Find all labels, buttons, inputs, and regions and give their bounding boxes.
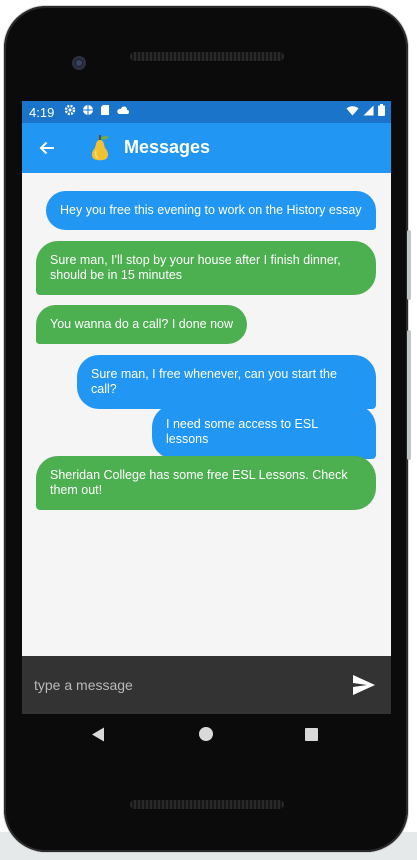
- nav-recents-icon[interactable]: [305, 728, 318, 741]
- app-screen: 4:19 Messages Hey you free this evening …: [22, 101, 391, 714]
- message-received: Sure man, I'll stop by your house after …: [36, 241, 376, 295]
- message-sent: Hey you free this evening to work on the…: [46, 191, 376, 230]
- status-system-icons: [346, 104, 385, 116]
- front-camera: [72, 56, 86, 70]
- status-time: 4:19: [29, 105, 55, 120]
- wifi-icon: [346, 105, 359, 115]
- nav-back-icon[interactable]: [91, 727, 105, 742]
- message-sent: I need some access to ESL lessons: [152, 405, 376, 459]
- message-received: Sheridan College has some free ESL Lesso…: [36, 456, 376, 510]
- signal-icon: [363, 105, 374, 115]
- message-sent: Sure man, I free whenever, can you start…: [77, 355, 376, 409]
- gear-icon: [64, 104, 76, 116]
- nav-home-icon[interactable]: [199, 727, 213, 741]
- cloud-icon: [117, 106, 129, 114]
- back-button[interactable]: [34, 135, 60, 161]
- status-notification-icons: [64, 104, 129, 116]
- top-speaker: [130, 52, 284, 61]
- send-icon[interactable]: [352, 674, 376, 696]
- globe-icon: [83, 105, 93, 115]
- arrow-left-icon: [39, 141, 54, 155]
- message-received: You wanna do a call? I done now: [36, 305, 247, 344]
- app-bar: Messages: [22, 123, 391, 173]
- volume-button[interactable]: [407, 330, 411, 460]
- power-button[interactable]: [407, 230, 411, 300]
- bottom-speaker: [130, 800, 284, 809]
- pear-icon: [91, 135, 109, 161]
- sd-card-icon: [101, 105, 109, 115]
- message-list: Hey you free this evening to work on the…: [22, 173, 391, 656]
- message-input[interactable]: [32, 670, 332, 700]
- page-title: Messages: [124, 137, 211, 157]
- battery-icon: [378, 104, 385, 116]
- composer-bar: [22, 656, 391, 714]
- status-bar: 4:19: [22, 101, 391, 123]
